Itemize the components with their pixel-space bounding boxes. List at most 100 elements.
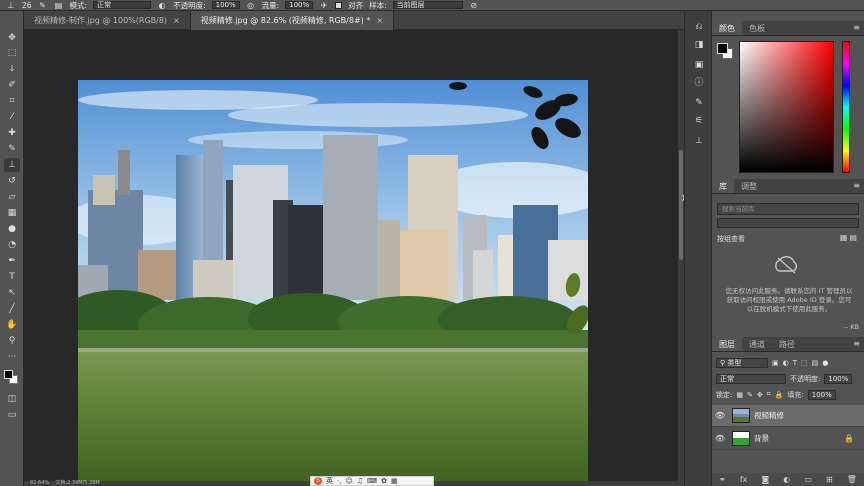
brush-settings-panel-icon[interactable]: ⚟ <box>692 115 706 127</box>
layer-name[interactable]: 视频精修 <box>754 410 784 421</box>
layer-comps-icon[interactable]: ▣ <box>692 59 706 71</box>
tab-channels[interactable]: 通道 <box>742 337 772 351</box>
ime-punctuation-icon[interactable]: ·, <box>337 477 341 485</box>
info-panel-icon[interactable]: ⓘ <box>692 77 706 89</box>
visibility-eye-icon[interactable]: 👁 <box>712 411 728 420</box>
history-brush-tool-icon[interactable]: ↺ <box>4 174 20 188</box>
sample-select[interactable]: 当前图层 <box>392 1 463 9</box>
dodge-tool-icon[interactable]: ◔ <box>4 238 20 252</box>
eyedropper-tool-icon[interactable]: ⁄ <box>4 110 20 124</box>
lock-artboard-icon[interactable]: ⌗ <box>767 390 771 399</box>
adjustment-layer-icon[interactable]: ◐ <box>783 475 790 484</box>
scrollbar-thumb[interactable] <box>679 150 683 260</box>
tab-document-2[interactable]: 视频精修.jpg @ 82.6% (视频精修, RGB/8#) * × <box>190 11 395 30</box>
path-select-tool-icon[interactable]: ↖ <box>4 286 20 300</box>
quick-mask-icon[interactable]: ◫ <box>4 392 20 406</box>
line-tool-icon[interactable]: ╱ <box>4 302 20 316</box>
zoom-level[interactable]: 82.64% <box>30 480 49 486</box>
marquee-tool-icon[interactable]: ⬚ <box>4 46 20 60</box>
lock-paint-icon[interactable]: ✎ <box>747 391 753 399</box>
mode-select[interactable]: 正常 <box>93 1 152 9</box>
panel-menu-icon[interactable]: ≡ <box>853 181 860 190</box>
lasso-tool-icon[interactable]: ↆ <box>4 62 20 76</box>
new-layer-icon[interactable]: ⊞ <box>826 475 833 484</box>
close-icon[interactable]: × <box>376 16 383 25</box>
document-image[interactable] <box>78 80 588 481</box>
ime-mic-icon[interactable]: ♫ <box>357 477 363 485</box>
blend-mode-select[interactable]: 正常 <box>716 373 786 384</box>
tab-adjustments[interactable]: 调整 <box>734 179 764 193</box>
panel-menu-icon[interactable]: ≡ <box>853 23 860 32</box>
layer-row-background[interactable]: 👁 背景 🔒 <box>712 428 864 450</box>
brush-tool-icon[interactable]: ✎ <box>4 142 20 156</box>
healing-brush-tool-icon[interactable]: ✚ <box>4 126 20 140</box>
ime-logo-icon[interactable]: S <box>314 477 322 485</box>
foreground-color-swatch[interactable] <box>4 370 13 379</box>
hue-slider[interactable] <box>842 41 850 173</box>
hand-tool-icon[interactable]: ✋ <box>4 318 20 332</box>
view-by-group-label[interactable]: 按组查看 <box>717 234 745 244</box>
tab-swatches[interactable]: 色板 <box>742 21 772 35</box>
airbrush-icon[interactable]: ◎ <box>246 1 256 10</box>
grid-list-view-icon[interactable]: ▦▤ <box>840 233 859 242</box>
aligned-checkbox[interactable] <box>335 1 343 9</box>
pressure-opacity-icon[interactable]: ◐ <box>157 1 167 10</box>
type-tool-icon[interactable]: T <box>4 270 20 284</box>
ime-skin-icon[interactable]: ✿ <box>381 477 387 485</box>
blur-tool-icon[interactable]: ● <box>4 222 20 236</box>
link-layers-icon[interactable]: ⚭ <box>719 475 726 484</box>
gradient-tool-icon[interactable]: ▦ <box>4 206 20 220</box>
zoom-tool-icon[interactable]: ⚲ <box>4 334 20 348</box>
layer-filter-select[interactable]: ⚲ 类型 <box>716 357 768 368</box>
canvas-area[interactable] <box>24 30 678 481</box>
filter-toggle-icon[interactable]: ● <box>822 359 828 367</box>
lock-move-icon[interactable]: ✥ <box>757 391 763 399</box>
panel-menu-icon[interactable]: ≡ <box>853 339 860 348</box>
visibility-eye-icon[interactable]: 👁 <box>712 434 728 443</box>
layer-fill-input[interactable]: 100% <box>807 389 836 400</box>
ime-keyboard-icon[interactable]: ⌨ <box>367 477 377 485</box>
filter-smart-icon[interactable]: ▤ <box>812 359 819 367</box>
add-mask-icon[interactable]: ◙ <box>761 475 769 484</box>
lock-pixels-icon[interactable]: ▦ <box>736 391 743 399</box>
filter-pixel-icon[interactable]: ▣ <box>772 359 779 367</box>
tab-layers[interactable]: 图层 <box>712 337 742 351</box>
clone-source-icon[interactable]: ▤ <box>54 1 64 10</box>
layer-row-retouch[interactable]: 👁 视频精修 <box>712 405 864 427</box>
eraser-tool-icon[interactable]: ▱ <box>4 190 20 204</box>
filter-adjustment-icon[interactable]: ◐ <box>783 359 789 367</box>
history-panel-icon[interactable]: ⎌ <box>692 21 706 33</box>
ime-language[interactable]: 英 <box>326 476 333 486</box>
clone-stamp-tool-icon[interactable]: ⊥ <box>6 1 16 10</box>
tab-color[interactable]: 颜色 <box>712 21 742 35</box>
opacity-input[interactable]: 100% <box>211 1 240 9</box>
brush-panel-icon[interactable]: ✎ <box>692 97 706 109</box>
layer-style-icon[interactable]: fx <box>740 475 748 484</box>
foreground-color-swatch[interactable] <box>717 43 728 54</box>
flow-input[interactable]: 100% <box>285 1 314 9</box>
filter-type-icon[interactable]: T <box>793 359 797 367</box>
brush-size-value[interactable]: 26 <box>22 1 32 10</box>
clone-stamp-tool-icon[interactable]: ⊥ <box>4 158 20 172</box>
color-picker-field[interactable] <box>739 41 834 173</box>
tab-document-1[interactable]: 视频精修-制作.jpg @ 100%(RGB/8) × <box>24 11 191 30</box>
crop-tool-icon[interactable]: ⌗ <box>4 94 20 108</box>
ime-grid-icon[interactable]: ▦ <box>391 477 398 485</box>
clone-source-panel-icon[interactable]: ⊥ <box>692 135 706 147</box>
move-tool-icon[interactable]: ✥ <box>4 31 20 45</box>
filter-shape-icon[interactable]: ⬚ <box>801 359 808 367</box>
screen-mode-icon[interactable]: ▭ <box>4 408 20 422</box>
airbrush-mode-icon[interactable]: ✈ <box>319 1 329 10</box>
ignore-adjustment-layers-icon[interactable]: ⊘ <box>469 1 479 10</box>
library-search-input[interactable]: 搜索当前库 <box>717 203 859 215</box>
tab-paths[interactable]: 路径 <box>772 337 802 351</box>
layer-name[interactable]: 背景 <box>754 433 769 444</box>
more-tools-icon[interactable]: ··· <box>4 350 20 364</box>
close-icon[interactable]: × <box>173 16 180 25</box>
library-select[interactable] <box>717 218 859 228</box>
ime-emoji-icon[interactable]: ☺ <box>345 477 352 485</box>
properties-panel-icon[interactable]: ◨ <box>692 39 706 51</box>
delete-layer-icon[interactable]: 🗑 <box>847 475 857 484</box>
lock-all-icon[interactable]: 🔒 <box>775 391 784 399</box>
pen-tool-icon[interactable]: ✒ <box>4 254 20 268</box>
